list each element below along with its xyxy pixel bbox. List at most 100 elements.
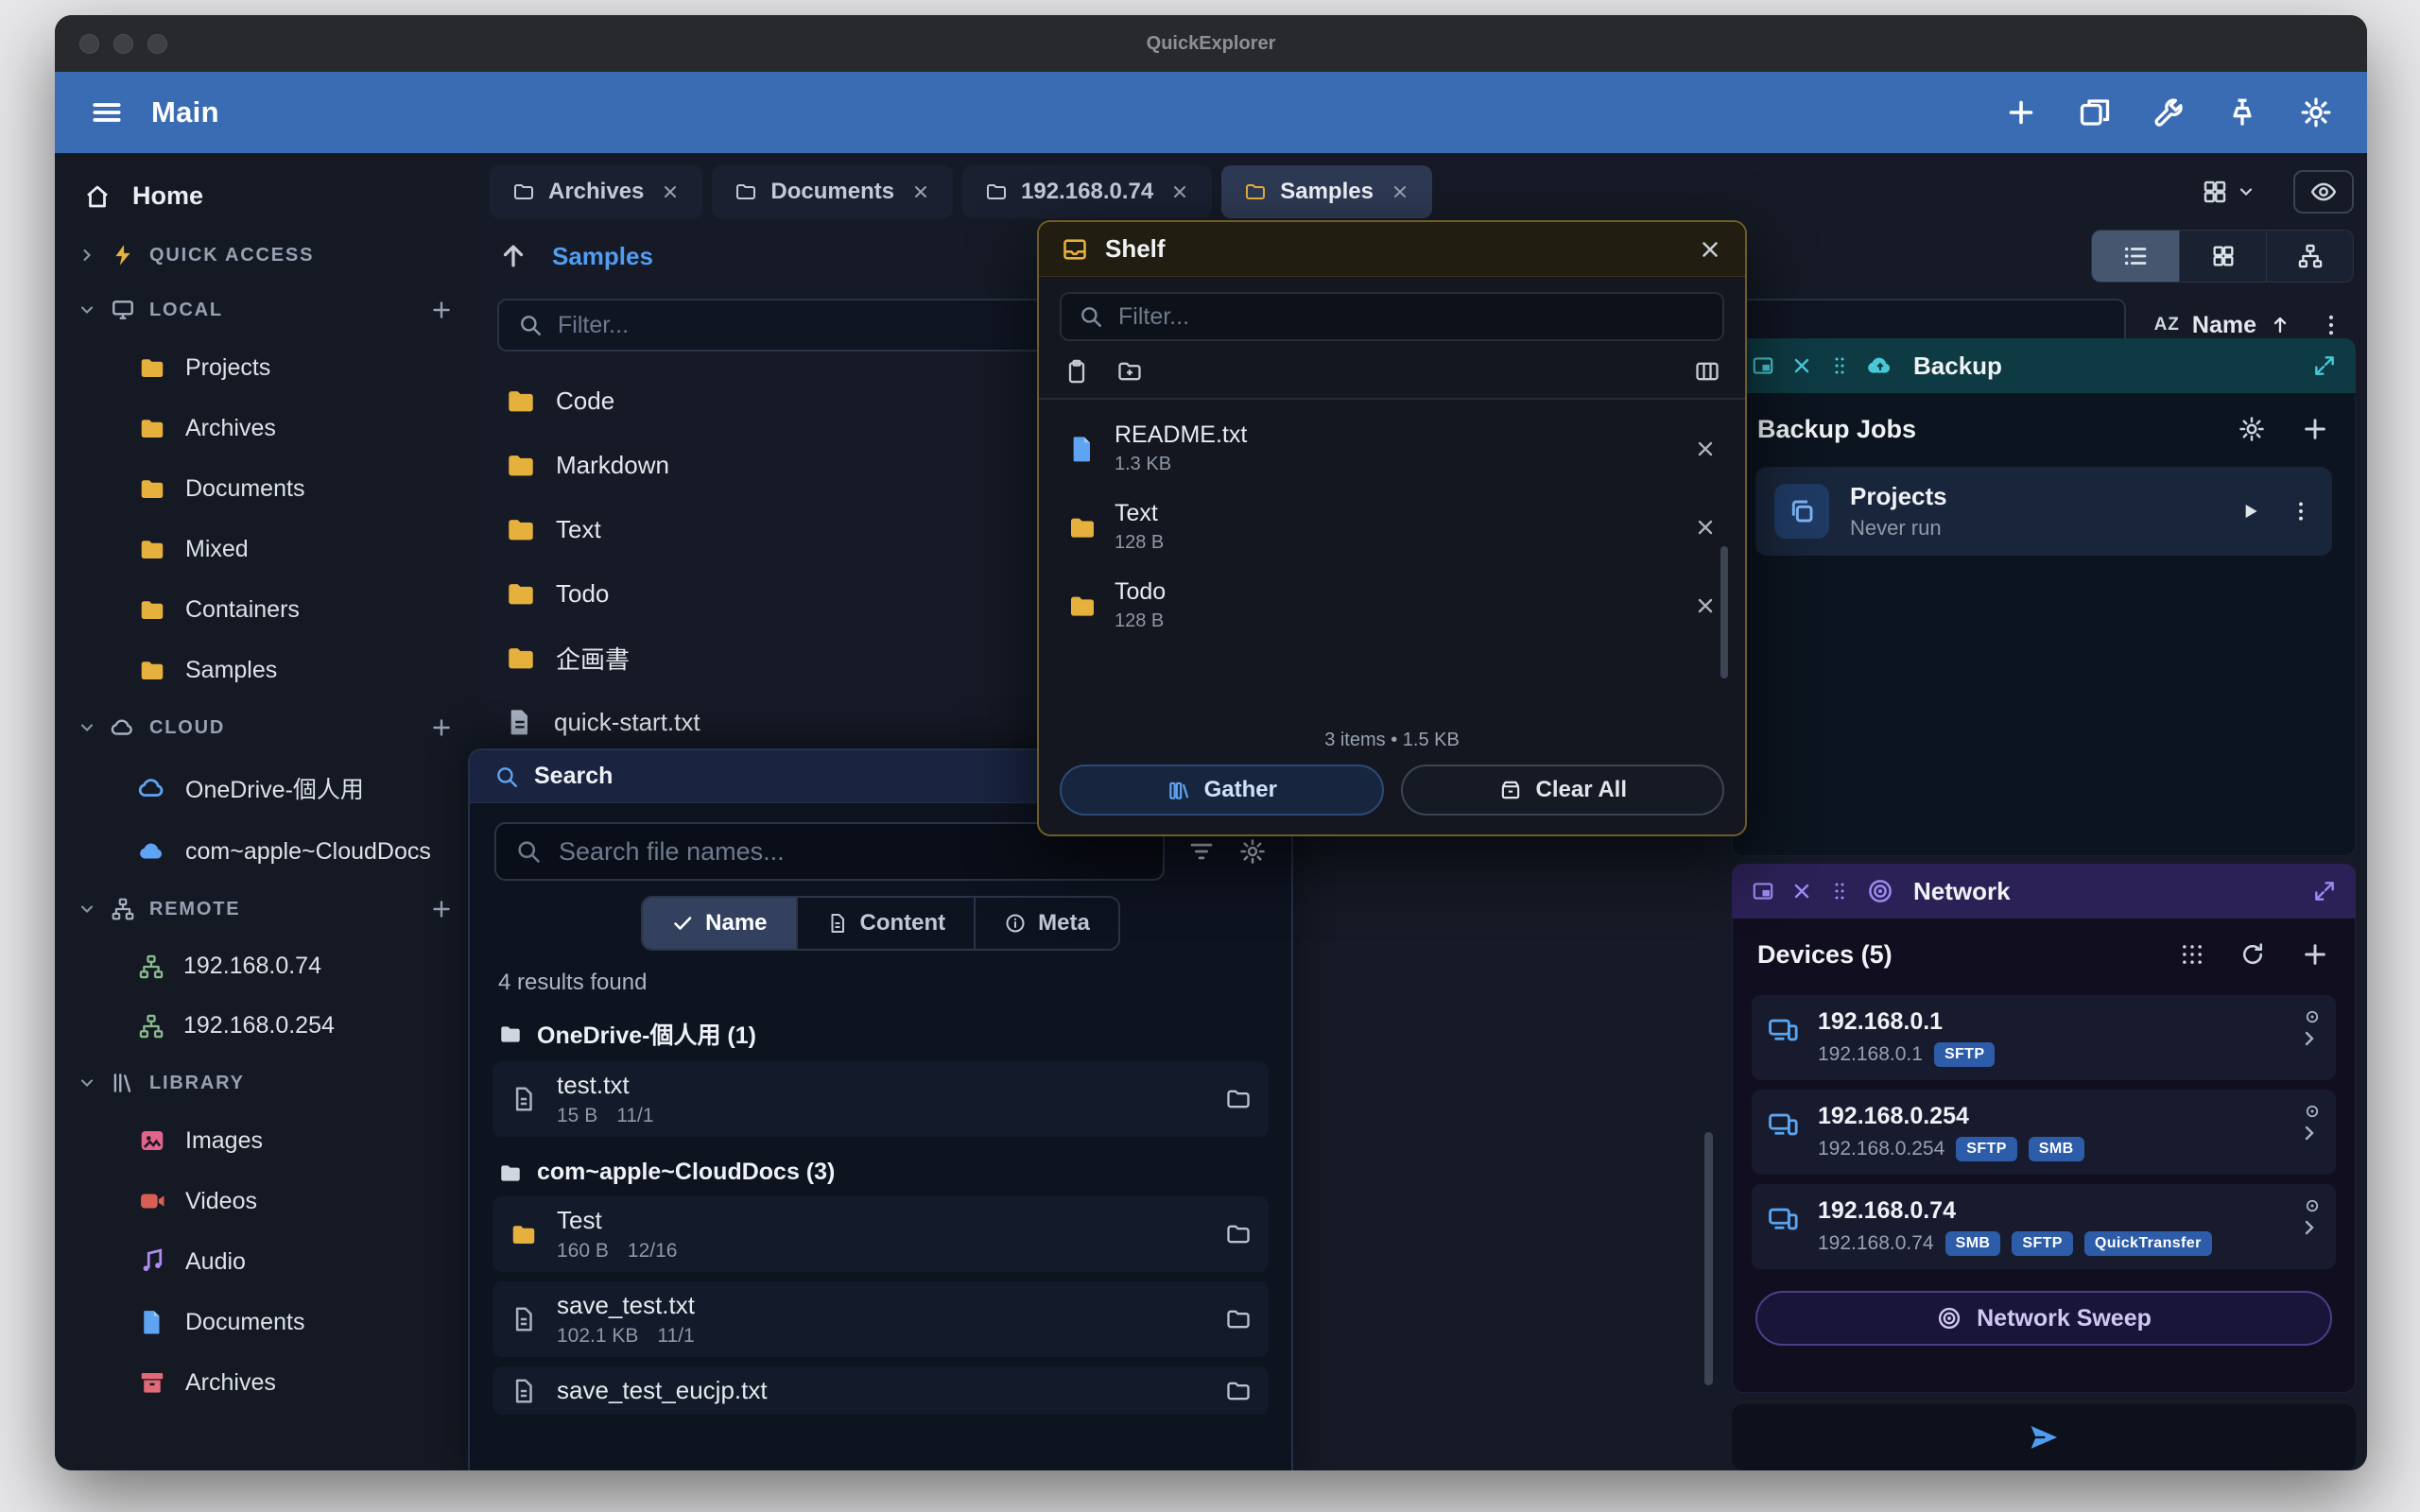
close-panel-icon[interactable] — [1790, 880, 1813, 902]
shelf-filter-input[interactable] — [1118, 303, 1705, 331]
remove-shelf-item-icon[interactable] — [1694, 594, 1717, 617]
settings-gear-icon[interactable] — [2299, 95, 2333, 129]
shelf-filter-field[interactable] — [1060, 292, 1724, 341]
gallery-icon[interactable] — [2078, 95, 2112, 129]
close-panel-icon[interactable] — [1790, 354, 1813, 377]
close-tab-icon[interactable] — [911, 182, 930, 201]
drag-handle-icon[interactable] — [1828, 354, 1851, 377]
remove-shelf-item-icon[interactable] — [1694, 516, 1717, 539]
search-mode-name[interactable]: Name — [643, 898, 795, 949]
content-scrollbar[interactable] — [1704, 1132, 1713, 1385]
sort-control[interactable]: AZ Name — [2154, 312, 2291, 339]
view-list-button[interactable] — [2092, 231, 2179, 282]
result-row-test-folder[interactable]: Test 160 B12/16 — [493, 1196, 1269, 1272]
tab-documents[interactable]: Documents — [712, 165, 953, 218]
shelf-scrollbar[interactable] — [1720, 546, 1728, 679]
run-job-play-button[interactable] — [2238, 499, 2262, 524]
popout-icon[interactable] — [1751, 879, 1775, 903]
collapse-diagonal-icon[interactable] — [2312, 879, 2337, 903]
backup-settings-gear-icon[interactable] — [2238, 415, 2266, 443]
sidebar-item-samples[interactable]: Samples — [55, 640, 482, 700]
close-shelf-icon[interactable] — [1698, 237, 1722, 262]
search-mode-content[interactable]: Content — [796, 898, 975, 949]
sidebar-item-home[interactable]: Home — [55, 164, 482, 228]
reveal-in-folder-button[interactable] — [1225, 1306, 1252, 1332]
close-window-button[interactable] — [79, 34, 99, 54]
result-group-onedrive[interactable]: OneDrive-個人用 (1) — [470, 1000, 1291, 1057]
collapse-diagonal-icon[interactable] — [2312, 353, 2337, 378]
more-options-button[interactable] — [2318, 312, 2344, 338]
close-tab-icon[interactable] — [1391, 182, 1409, 201]
sidebar-item-images[interactable]: Images — [55, 1110, 482, 1171]
add-remote-button[interactable] — [429, 897, 454, 921]
device-row-3[interactable]: 192.168.0.74 192.168.0.74 SMB SFTP Quick… — [1752, 1184, 2336, 1269]
new-tab-button[interactable] — [2004, 95, 2038, 129]
device-row-2[interactable]: 192.168.0.254 192.168.0.254 SFTP SMB — [1752, 1090, 2336, 1175]
refresh-icon[interactable] — [2239, 941, 2266, 968]
sidebar-item-videos[interactable]: Videos — [55, 1171, 482, 1231]
device-row-1[interactable]: 192.168.0.1 192.168.0.1 SFTP — [1752, 995, 2336, 1080]
tab-layout-button[interactable] — [2201, 178, 2256, 206]
navigate-up-button[interactable] — [497, 240, 529, 272]
scan-grid-icon[interactable] — [2179, 941, 2205, 968]
search-settings-icon[interactable] — [1238, 837, 1267, 866]
clipboard-icon[interactable] — [1063, 358, 1090, 385]
backup-job-row[interactable]: Projects Never run — [1755, 467, 2332, 556]
search-input[interactable] — [559, 837, 1144, 867]
sidebar-section-remote[interactable]: REMOTE — [55, 882, 482, 936]
add-local-button[interactable] — [429, 298, 454, 322]
sidebar-item-remote-74[interactable]: 192.168.0.74 — [55, 936, 482, 996]
new-folder-icon[interactable] — [1116, 358, 1143, 385]
tab-samples[interactable]: Samples — [1221, 165, 1432, 218]
send-bar[interactable] — [1732, 1404, 2356, 1470]
sidebar-section-library[interactable]: LIBRARY — [55, 1056, 482, 1110]
sidebar-item-projects[interactable]: Projects — [55, 337, 482, 398]
sidebar-item-clouddocs[interactable]: com~apple~CloudDocs — [55, 821, 482, 882]
tools-wrench-icon[interactable] — [2152, 95, 2186, 129]
tab-remote-74[interactable]: 192.168.0.74 — [962, 165, 1212, 218]
menu-icon[interactable] — [89, 94, 125, 130]
reveal-in-folder-button[interactable] — [1225, 1221, 1252, 1247]
close-tab-icon[interactable] — [661, 182, 680, 201]
preview-eye-button[interactable] — [2293, 170, 2354, 214]
sidebar-section-quick-access[interactable]: QUICK ACCESS — [55, 228, 482, 283]
thumbnail-view-icon[interactable] — [1694, 358, 1720, 385]
minimize-window-button[interactable] — [113, 34, 133, 54]
add-device-button[interactable] — [2300, 939, 2330, 970]
sidebar-item-containers[interactable]: Containers — [55, 579, 482, 640]
sidebar-item-documents[interactable]: Documents — [55, 458, 482, 519]
sidebar-item-archives[interactable]: Archives — [55, 398, 482, 458]
sidebar-item-audio[interactable]: Audio — [55, 1231, 482, 1292]
shelf-header[interactable]: Shelf — [1039, 222, 1745, 277]
view-grid-button[interactable] — [2179, 231, 2266, 282]
clear-all-button[interactable]: Clear All — [1401, 765, 1725, 816]
result-row-test-txt[interactable]: test.txt 15 B11/1 — [493, 1061, 1269, 1137]
filter-funnel-icon[interactable] — [1187, 837, 1216, 866]
close-tab-icon[interactable] — [1170, 182, 1189, 201]
add-cloud-button[interactable] — [429, 715, 454, 740]
reveal-in-folder-button[interactable] — [1225, 1378, 1252, 1404]
view-tree-button[interactable] — [2266, 231, 2353, 282]
sidebar-item-lib-archives[interactable]: Archives — [55, 1352, 482, 1413]
drag-handle-icon[interactable] — [1828, 880, 1851, 902]
shelf-item-readme[interactable]: README.txt1.3 KB — [1058, 409, 1726, 488]
shelf-item-todo[interactable]: Todo128 B — [1058, 566, 1726, 644]
sidebar-section-cloud[interactable]: CLOUD — [55, 700, 482, 755]
add-backup-job-button[interactable] — [2300, 414, 2330, 444]
network-sweep-button[interactable]: Network Sweep — [1755, 1291, 2332, 1346]
search-mode-meta[interactable]: Meta — [974, 898, 1118, 949]
pin-icon[interactable] — [2225, 95, 2259, 129]
job-more-options-button[interactable] — [2289, 499, 2313, 524]
gather-button[interactable]: Gather — [1060, 765, 1384, 816]
popout-icon[interactable] — [1751, 353, 1775, 378]
result-group-clouddocs[interactable]: com~apple~CloudDocs (3) — [470, 1142, 1291, 1192]
breadcrumb[interactable]: Samples — [552, 242, 653, 271]
sidebar-section-local[interactable]: LOCAL — [55, 283, 482, 337]
shelf-item-text[interactable]: Text128 B — [1058, 488, 1726, 566]
zoom-window-button[interactable] — [147, 34, 167, 54]
result-row-save-test[interactable]: save_test.txt 102.1 KB11/1 — [493, 1281, 1269, 1357]
sidebar-item-onedrive[interactable]: OneDrive-個人用 — [55, 755, 482, 821]
result-row-save-test-eucjp[interactable]: save_test_eucjp.txt — [493, 1366, 1269, 1415]
sidebar-item-mixed[interactable]: Mixed — [55, 519, 482, 579]
tab-archives[interactable]: Archives — [490, 165, 702, 218]
